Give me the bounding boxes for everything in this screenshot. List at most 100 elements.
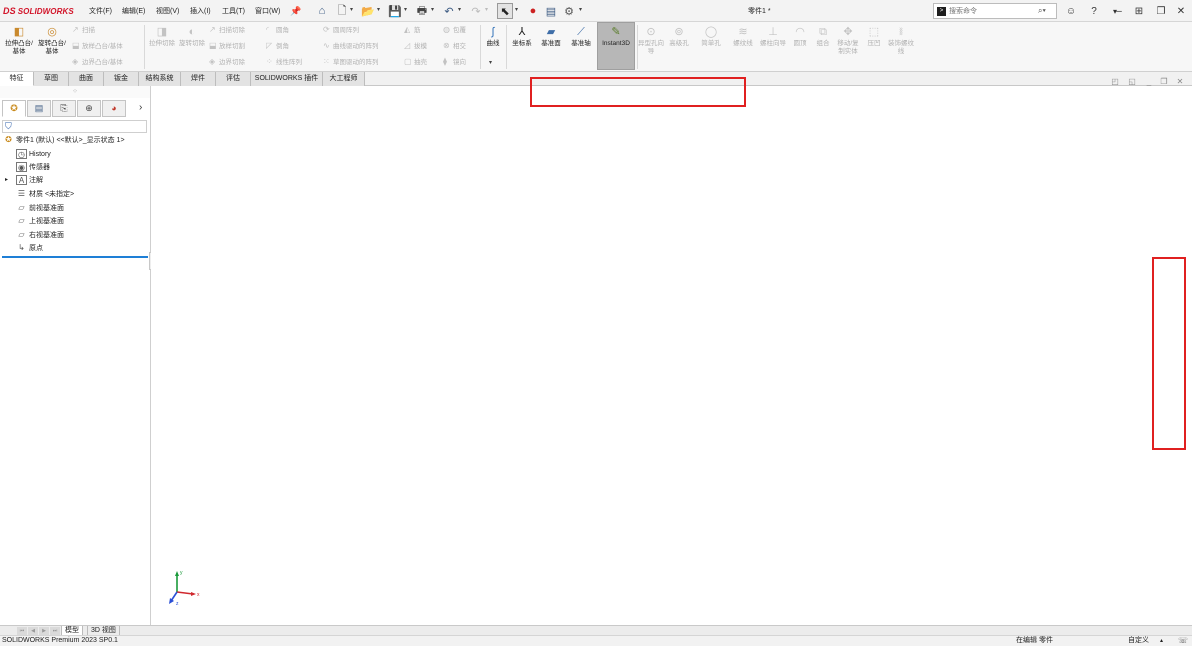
display-manager-tab-icon[interactable]: ◕: [102, 100, 126, 117]
curves-button[interactable]: ∫ 曲线: [482, 25, 504, 48]
tab-features[interactable]: 特征: [0, 72, 34, 86]
curve-pattern-button[interactable]: ∿ 曲线驱动的阵列: [323, 41, 379, 51]
draft-button[interactable]: ◿ 拔模: [404, 41, 427, 51]
menu-tools[interactable]: 工具(T): [222, 6, 245, 16]
close-window-icon[interactable]: ✕: [1173, 3, 1189, 19]
simple-hole-button[interactable]: ◯ 简单孔: [698, 25, 724, 48]
dimxpert-manager-tab-icon[interactable]: ⊕: [77, 100, 101, 117]
reference-axis-button[interactable]: ⟋ 基准轴: [567, 25, 595, 48]
chamfer-button[interactable]: ◸ 倒角: [266, 41, 289, 51]
boundary-boss-button[interactable]: ◈ 边界凸台/基体: [72, 57, 123, 67]
units-dropdown-icon[interactable]: ▴: [1160, 636, 1163, 646]
thread-button[interactable]: ≋ 螺纹线: [728, 25, 758, 48]
options-gear-icon[interactable]: ⚙: [561, 3, 577, 19]
split-view-icon[interactable]: ◱: [1127, 77, 1137, 87]
circular-pattern-button[interactable]: ⟳ 圆周阵列: [323, 25, 359, 35]
wrap-button[interactable]: ◍ 包覆: [443, 25, 466, 35]
feature-manager-tab-icon[interactable]: ✪: [2, 100, 26, 117]
extrude-boss-button[interactable]: ◧ 拉伸凸台/基体: [4, 25, 34, 55]
undo-icon[interactable]: ↶: [441, 3, 457, 19]
sketch-pattern-button[interactable]: ⁙ 草图驱动的阵列: [323, 57, 379, 67]
property-manager-tab-icon[interactable]: ▤: [27, 100, 51, 117]
graphics-area[interactable]: [151, 86, 1192, 625]
tree-item-origin[interactable]: ↳ 原点: [16, 242, 43, 255]
feature-tree-filter[interactable]: ⛉: [2, 120, 147, 133]
search-commands-box[interactable]: > ⌕▾: [933, 3, 1057, 19]
menu-file[interactable]: 文件(F): [89, 6, 112, 16]
coordinate-system-button[interactable]: ⅄ 坐标系: [508, 25, 536, 48]
unit-system-selector[interactable]: 自定义: [1128, 636, 1149, 646]
tab-sketch[interactable]: 草图: [34, 72, 69, 86]
minimize-window-icon[interactable]: –: [1111, 3, 1127, 19]
indent-button[interactable]: ⬚ 压凹: [862, 25, 886, 48]
tile-windows-icon[interactable]: ⊞: [1131, 3, 1147, 19]
home-icon[interactable]: ⌂: [314, 3, 330, 19]
extrude-cut-button[interactable]: ◨ 拉伸切除: [147, 25, 177, 48]
lofted-cut-button[interactable]: ⬓ 放样切割: [209, 41, 245, 51]
redo-dropdown-icon[interactable]: ▾: [485, 6, 488, 13]
tree-item-material[interactable]: ☰ 材质 <未指定>: [16, 188, 74, 201]
rollback-bar[interactable]: [2, 256, 148, 258]
tab-engineer[interactable]: 大工程师: [323, 72, 365, 86]
tree-item-history[interactable]: ◷ History: [16, 148, 51, 161]
tree-item-sensors[interactable]: ◉ 传感器: [16, 161, 50, 174]
stud-wizard-button[interactable]: ⊥ 螺柱向导: [759, 25, 787, 48]
menu-view[interactable]: 视图(V): [156, 6, 179, 16]
chevron-right-icon[interactable]: ›: [139, 102, 142, 113]
menu-window[interactable]: 窗口(W): [255, 6, 280, 16]
open-folder-icon[interactable]: 📂: [360, 3, 376, 19]
tab-solidworks-addins[interactable]: SOLIDWORKS 插件: [251, 72, 323, 86]
shell-button[interactable]: ▢ 抽壳: [404, 57, 427, 67]
feedback-icon[interactable]: ☏: [1178, 636, 1188, 646]
dome-button[interactable]: ◠ 圆顶: [788, 25, 812, 48]
undo-dropdown-icon[interactable]: ▾: [458, 6, 461, 13]
tree-item-right-plane[interactable]: ▱ 右视基准面: [16, 229, 64, 242]
rebuild-traffic-light-icon[interactable]: ●: [525, 3, 541, 19]
next-tab-icon[interactable]: ▶: [39, 627, 49, 635]
panel-grip-icon[interactable]: ⁘: [0, 86, 150, 98]
expand-arrow-icon[interactable]: ▸: [5, 176, 8, 183]
save-icon[interactable]: 💾: [387, 3, 403, 19]
help-icon[interactable]: ?: [1086, 3, 1102, 19]
menu-insert[interactable]: 插入(I): [190, 6, 211, 16]
file-properties-icon[interactable]: ▤: [543, 3, 559, 19]
fillet-button[interactable]: ◜ 圆角: [266, 25, 289, 35]
cosmetic-thread-button[interactable]: ⧚ 装饰螺纹线: [886, 25, 916, 55]
first-tab-icon[interactable]: ⏮: [17, 627, 27, 635]
pin-icon[interactable]: 📌: [288, 3, 304, 19]
sweep-button[interactable]: ↗ 扫描: [72, 25, 95, 35]
redo-icon[interactable]: ↷: [468, 3, 484, 19]
move-copy-body-button[interactable]: ✥ 移动/复制实体: [836, 25, 860, 55]
tree-item-annotations[interactable]: A 注解: [16, 174, 43, 187]
previous-tab-icon[interactable]: ◀: [28, 627, 38, 635]
swept-cut-button[interactable]: ↗ 扫描切除: [209, 25, 245, 35]
tab-sheet-metal[interactable]: 钣金: [104, 72, 139, 86]
minimize-view-icon[interactable]: _: [1144, 77, 1154, 87]
save-dropdown-icon[interactable]: ▾: [404, 6, 407, 13]
intersect-button[interactable]: ⊗ 相交: [443, 41, 466, 51]
boundary-cut-button[interactable]: ◈ 边界切除: [209, 57, 245, 67]
search-input[interactable]: [949, 5, 1029, 17]
tab-surfaces[interactable]: 曲面: [69, 72, 104, 86]
close-view-icon[interactable]: ✕: [1175, 77, 1185, 87]
options-dropdown-icon[interactable]: ▾: [579, 6, 582, 13]
search-icon[interactable]: ⌕▾: [1038, 6, 1046, 16]
expand-view-icon[interactable]: ◰: [1110, 77, 1120, 87]
account-user-icon[interactable]: ☺: [1063, 3, 1079, 19]
restore-window-icon[interactable]: ❐: [1153, 3, 1169, 19]
tree-root-part[interactable]: ✪ 零件1 (默认) <<默认>_显示状态 1>: [3, 134, 124, 147]
tab-structure-system[interactable]: 结构系统: [139, 72, 181, 86]
configuration-manager-tab-icon[interactable]: ⎘: [52, 100, 76, 117]
tree-item-front-plane[interactable]: ▱ 前视基准面: [16, 202, 64, 215]
last-tab-icon[interactable]: ⏭: [50, 627, 60, 635]
print-icon[interactable]: 🖶: [414, 3, 430, 19]
curves-dropdown-icon[interactable]: ▾: [489, 59, 492, 66]
tree-item-top-plane[interactable]: ▱ 上视基准面: [16, 215, 64, 228]
select-dropdown-icon[interactable]: ▾: [515, 6, 518, 13]
rib-button[interactable]: ◭ 筋: [404, 25, 421, 35]
linear-pattern-button[interactable]: ⁘ 线性阵列: [266, 57, 302, 67]
reference-plane-button[interactable]: ▰ 基准面: [537, 25, 565, 48]
new-dropdown-icon[interactable]: ▾: [350, 6, 353, 13]
hole-wizard-button[interactable]: ⊙ 异型孔向导: [638, 25, 664, 55]
solidworks-logo[interactable]: DS SOLIDWORKS: [3, 5, 74, 17]
